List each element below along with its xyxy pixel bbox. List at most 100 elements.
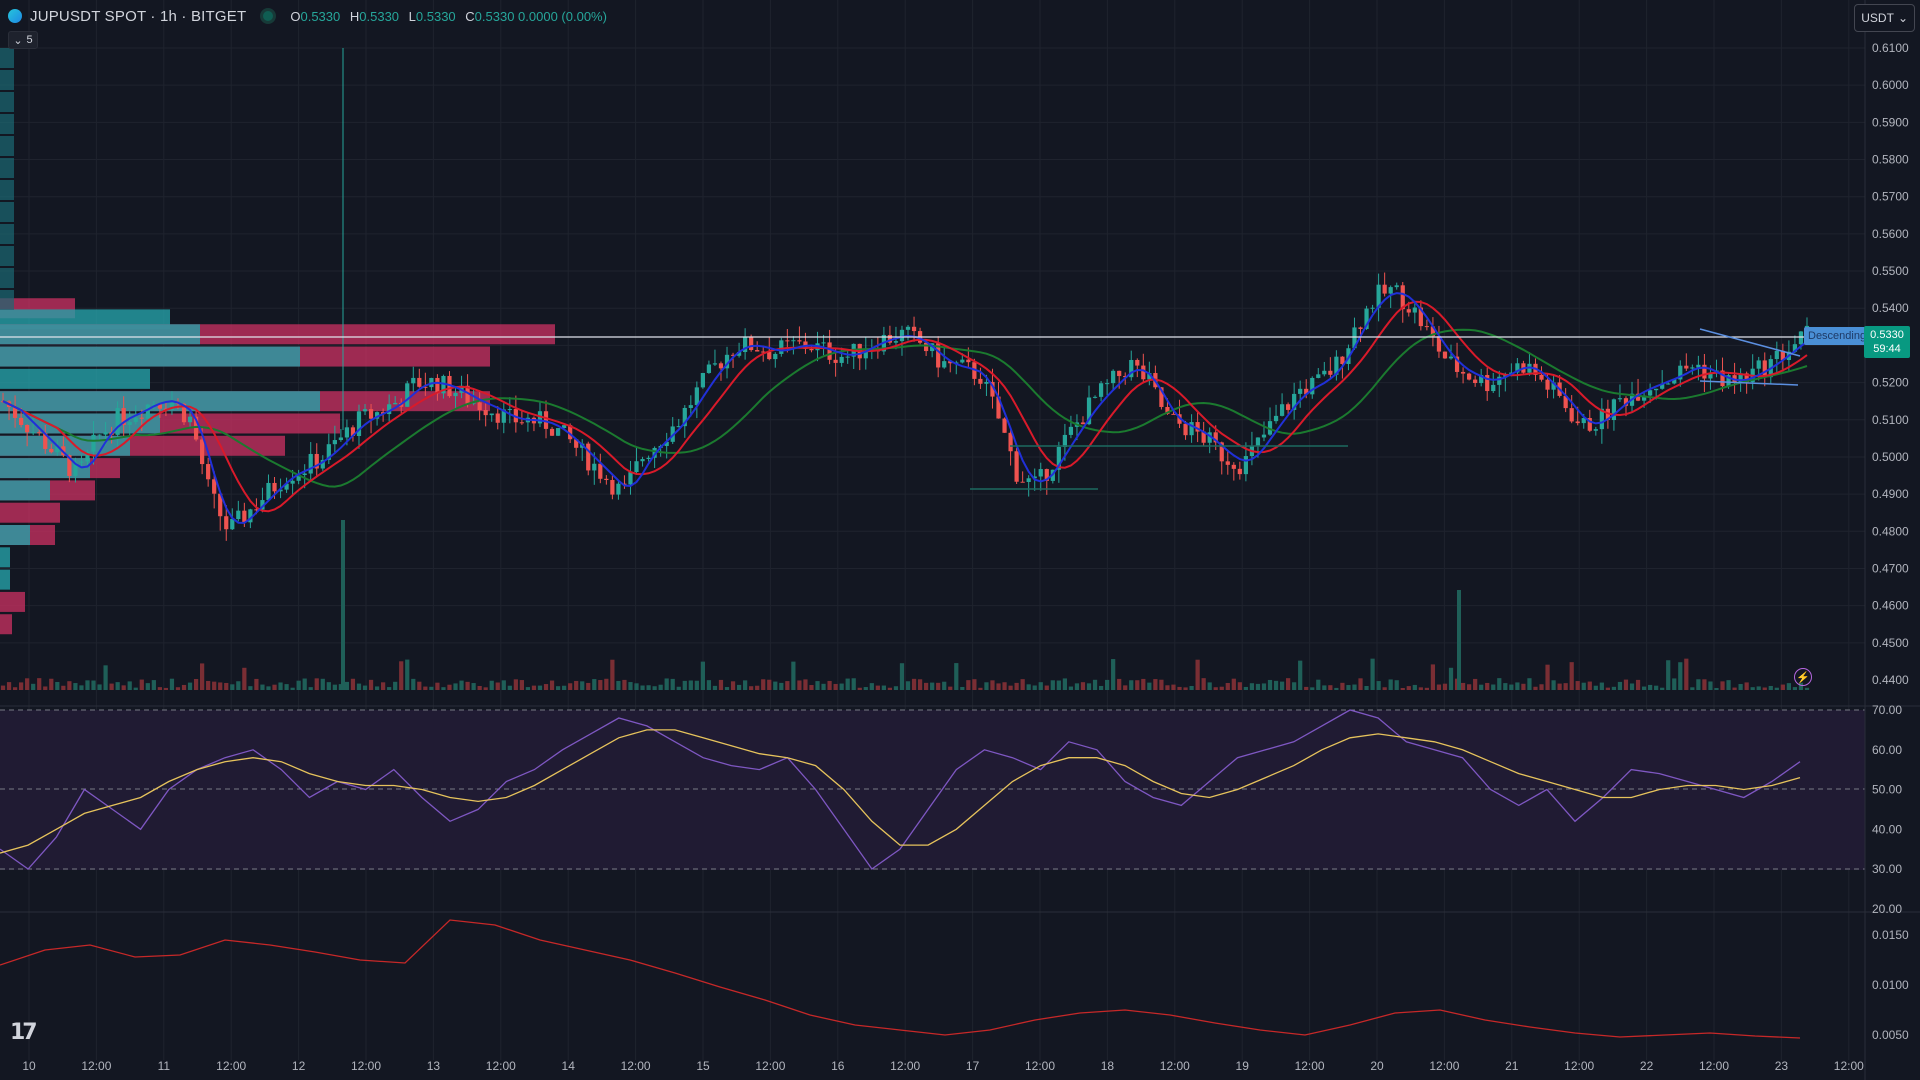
volume-bar	[1261, 683, 1267, 690]
volume-bar	[1195, 659, 1200, 690]
volume-bar	[869, 683, 874, 690]
volume-bar	[531, 685, 537, 690]
volume-bar	[489, 680, 494, 690]
volume-profile-row	[0, 525, 30, 546]
candle-body	[368, 409, 374, 419]
volume-bar	[616, 680, 621, 690]
volume-bar	[1334, 687, 1339, 690]
candle-body	[187, 416, 193, 423]
candle-body	[417, 377, 422, 387]
volume-bar	[429, 686, 434, 690]
volume-bar	[1129, 680, 1134, 690]
symbol-title[interactable]: JUPUSDT SPOT · 1h · BITGET	[30, 8, 246, 25]
volume-bar	[25, 678, 30, 690]
volume-bar	[604, 678, 609, 690]
volume-bar	[574, 680, 579, 690]
tradingview-logo[interactable]: 17	[10, 1020, 38, 1045]
candle-body	[1237, 468, 1242, 475]
volume-bar	[356, 683, 362, 690]
time-axis[interactable]: 10 12:00 11 12:00 12 12:00 13 12:00 14 12:00 15 12:…	[22, 1059, 1864, 1073]
last-price-value: 0.5330	[1870, 329, 1904, 341]
chart-canvas[interactable]: 0.6100 0.6000 0.5900 0.5800 0.5700 0.5600 0.55…	[0, 0, 1920, 1080]
time-tick-label: 12:00	[621, 1059, 651, 1073]
indicators-collapse-button[interactable]: ⌄ 5	[8, 31, 38, 49]
rsi-tick-label: 60.00	[1872, 743, 1902, 757]
candle-body	[1611, 399, 1617, 421]
volume-bar	[1080, 682, 1086, 690]
candle-body	[1105, 383, 1110, 385]
price-axis[interactable]: 0.6100 0.6000 0.5900 0.5800 0.5700 0.5600 0.55…	[1872, 41, 1909, 687]
candle-body	[91, 434, 96, 452]
volume-bar	[1092, 679, 1098, 690]
volume-bar	[1394, 680, 1399, 690]
volume-bar	[1424, 687, 1429, 690]
volume-bar	[743, 680, 748, 690]
volume-bar	[1177, 686, 1182, 690]
volume-bar	[103, 665, 108, 690]
candle-body	[688, 405, 693, 408]
volume-bar	[543, 684, 549, 690]
candle-body	[1098, 383, 1104, 397]
candle-body	[1473, 379, 1478, 384]
volume-bar	[833, 683, 838, 690]
volume-profile-row	[0, 48, 14, 68]
candle-body	[1020, 481, 1025, 483]
candle-body	[966, 359, 971, 363]
volume-bar	[1008, 685, 1013, 690]
volume-profile-row	[0, 569, 10, 590]
volume-bar	[809, 685, 814, 690]
volume-bar	[368, 679, 374, 690]
candle-body	[833, 359, 838, 363]
drawing-label-tag[interactable]: Descending	[1804, 327, 1866, 345]
volume-bar	[857, 687, 862, 690]
volume-bar	[996, 683, 1001, 690]
rsi-axis[interactable]: 70.00 60.00 50.00 40.00 30.00 20.00	[1872, 703, 1902, 916]
volatility-axis[interactable]: 0.0150 0.0100 0.0050	[1872, 928, 1909, 1042]
volume-bar	[1557, 683, 1562, 690]
volume-bar	[1002, 682, 1007, 690]
candle-body	[1382, 284, 1387, 294]
volume-bar	[562, 685, 567, 690]
price-tick-label: 0.6100	[1872, 41, 1909, 55]
candle-body	[519, 422, 524, 424]
candle-body	[1062, 434, 1067, 447]
volume-bar	[1768, 685, 1773, 690]
volume-bar	[495, 682, 500, 690]
candle-body	[1756, 360, 1761, 369]
volume-bar	[592, 679, 597, 690]
currency-select[interactable]: USDT ⌄	[1854, 4, 1915, 32]
volume-bar	[555, 686, 561, 690]
volume-bar	[1527, 678, 1532, 690]
lightning-alert-icon[interactable]: ⚡	[1794, 668, 1812, 686]
candle-body	[1448, 356, 1454, 359]
volume-bar	[1376, 681, 1381, 690]
volume-bar	[1442, 683, 1448, 690]
volume-bar	[670, 678, 675, 690]
ohlc-open-label: O	[290, 8, 301, 24]
candle-body	[718, 363, 724, 369]
time-tick-label: 12:00	[216, 1059, 246, 1073]
volume-bar	[1225, 683, 1230, 690]
price-tick-label: 0.5600	[1872, 227, 1909, 241]
candle-body	[1388, 287, 1393, 294]
time-tick-label: 12:00	[1699, 1059, 1729, 1073]
time-tick-label: 12:00	[1295, 1059, 1325, 1073]
volume-bar	[266, 686, 271, 690]
volume-bar	[344, 681, 350, 690]
candle-body	[1412, 307, 1417, 313]
volume-bar	[1105, 679, 1110, 690]
volume-bar	[911, 678, 917, 690]
volume-bar	[1141, 678, 1146, 690]
candle-body	[791, 340, 796, 342]
candle-body	[1539, 374, 1544, 380]
symbol-header[interactable]: JUPUSDT SPOT · 1h · BITGET O0.5330 H0.53…	[8, 6, 613, 26]
volume-bar	[1328, 685, 1333, 690]
volume-bar	[1702, 679, 1707, 690]
time-tick-label: 12:00	[1025, 1059, 1055, 1073]
price-tick-label: 0.5100	[1872, 413, 1909, 427]
chevron-down-icon: ⌄	[13, 34, 23, 47]
volume-bar	[37, 678, 42, 690]
volume-bar	[942, 681, 947, 690]
volume-bar	[296, 680, 301, 690]
volume-bar	[55, 681, 60, 690]
